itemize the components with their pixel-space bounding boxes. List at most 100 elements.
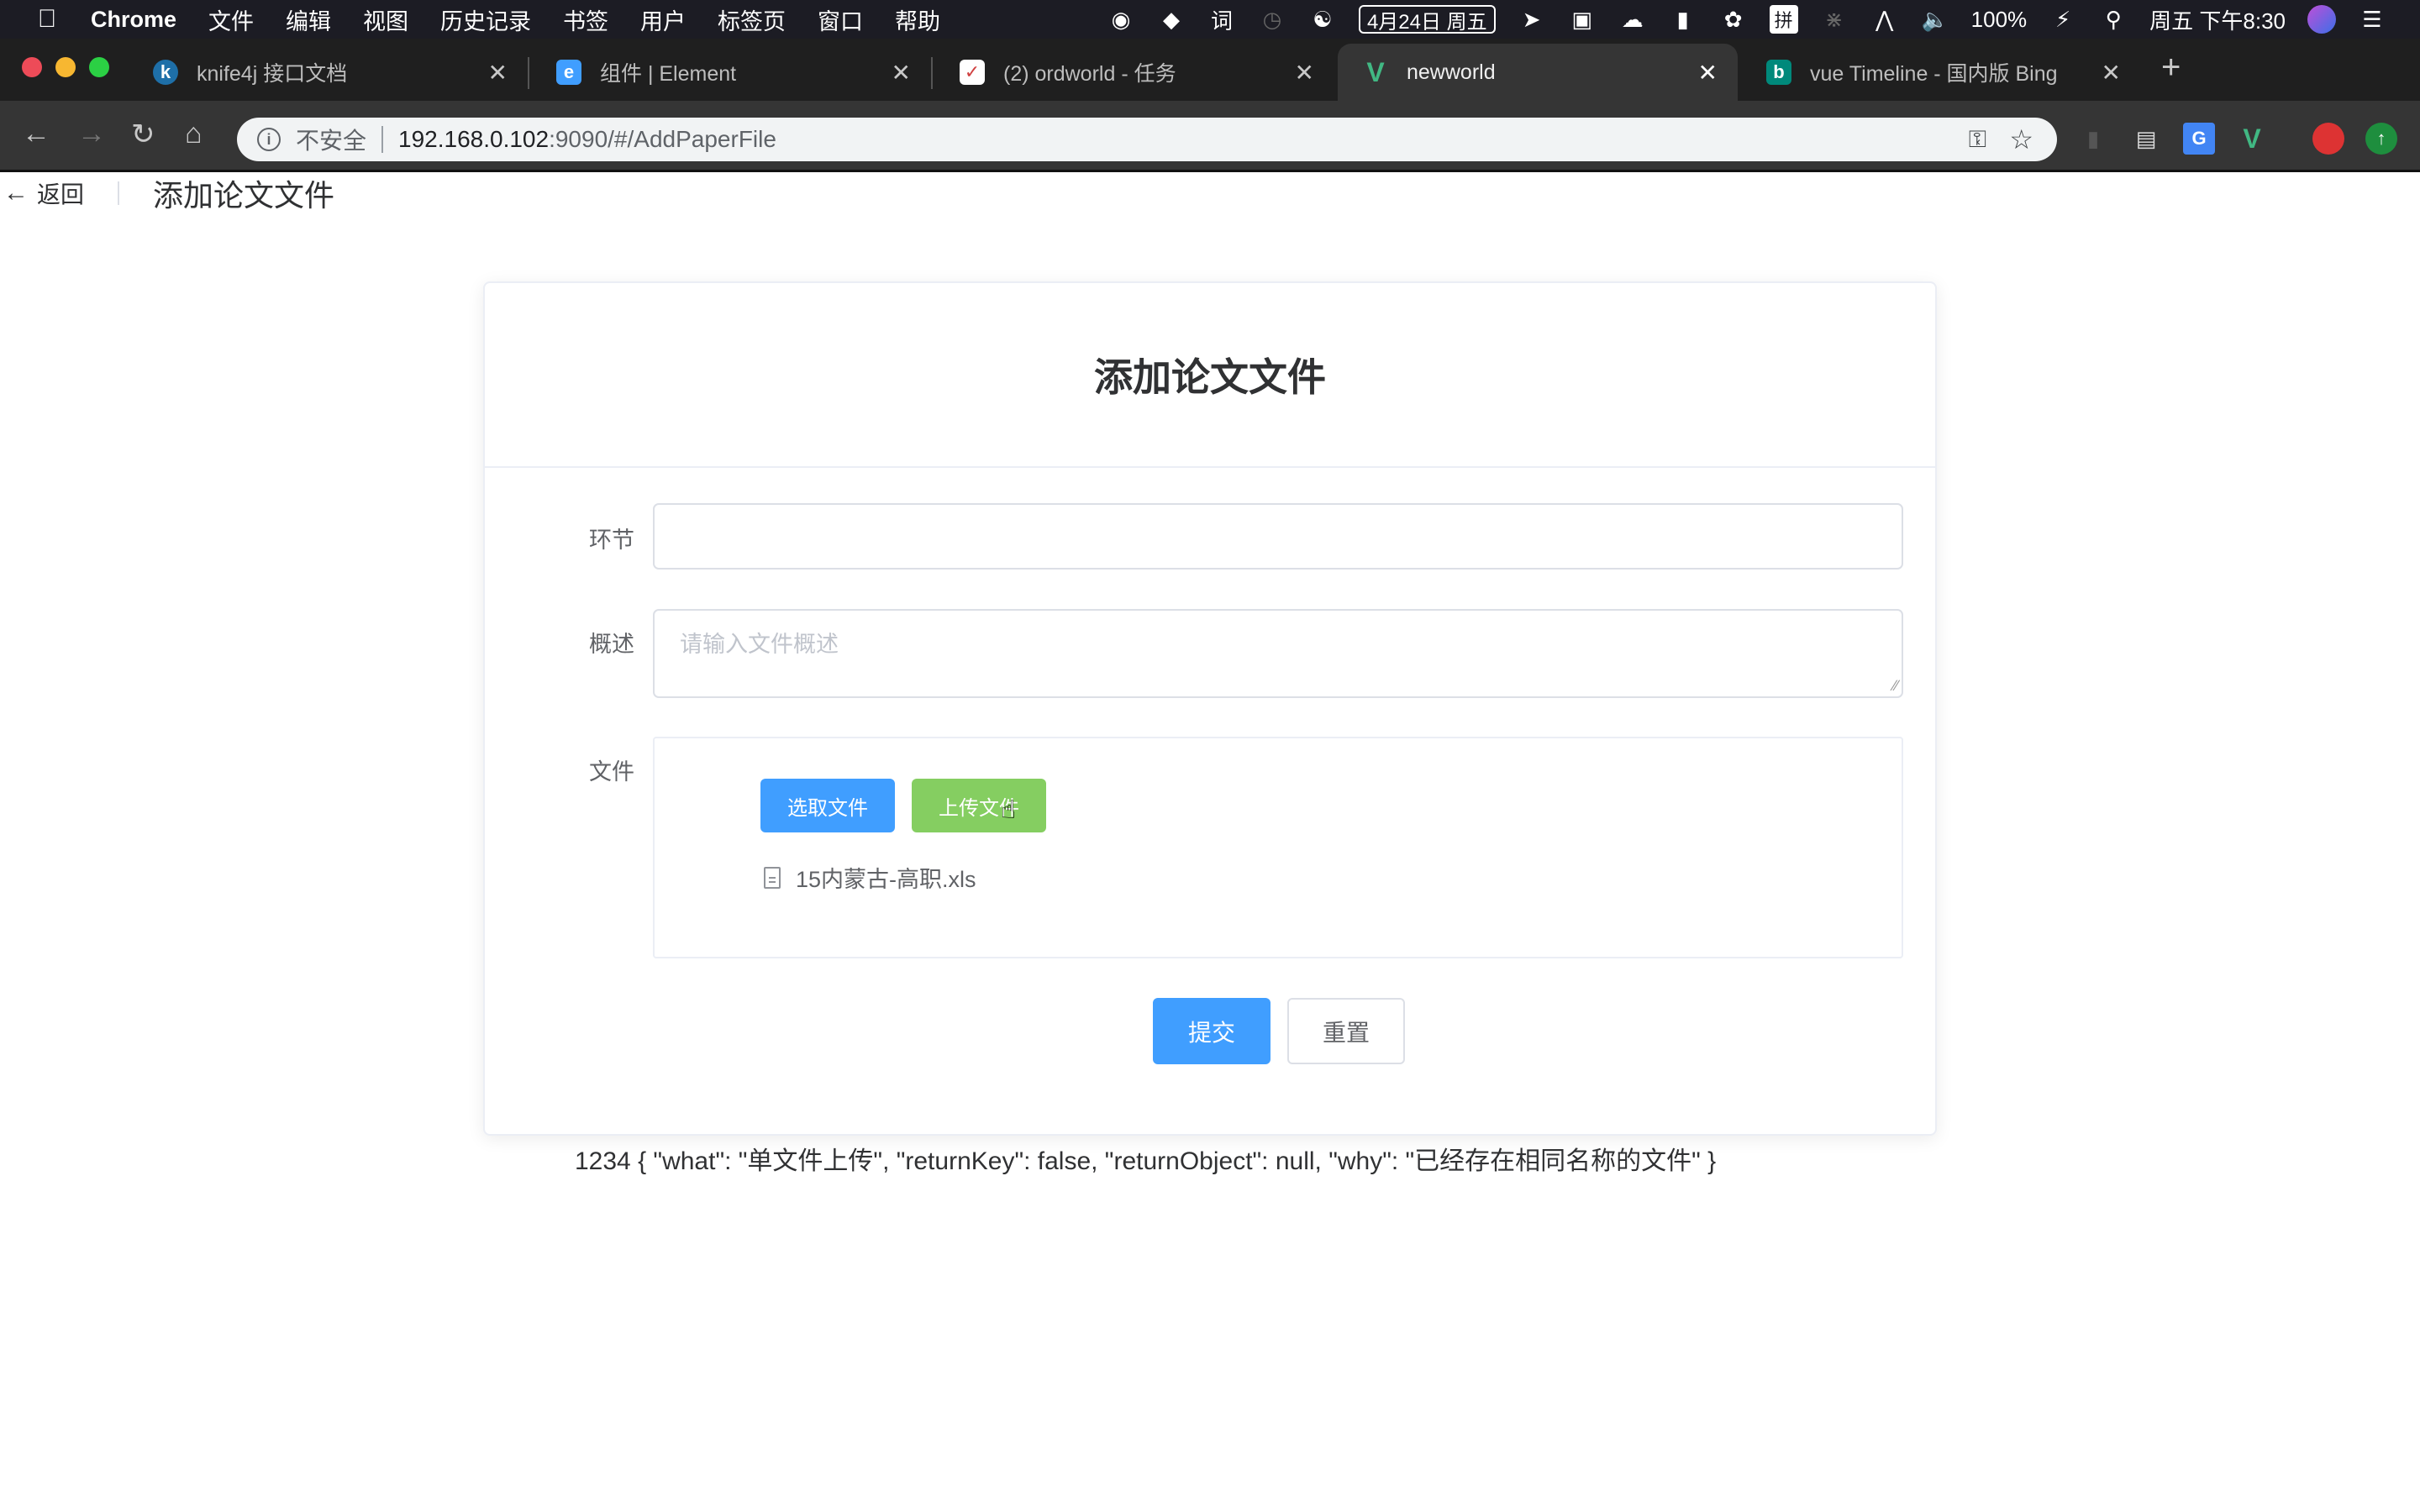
stage-input[interactable]: [653, 503, 1903, 570]
feather-app-icon[interactable]: ◆: [1157, 5, 1186, 34]
address-divider: [381, 126, 384, 153]
menu-bookmarks[interactable]: 书签: [563, 3, 608, 36]
card-header: 添加论文文件: [485, 283, 1935, 468]
window-zoom-button[interactable]: [89, 57, 109, 77]
bluetooth-icon[interactable]: ⋇: [1820, 5, 1849, 34]
page-content: ← 返回 添加论文文件 添加论文文件 环节 概述 请输入文件概述 ∕∕ 文件 选…: [0, 172, 2420, 1512]
menu-help[interactable]: 帮助: [895, 3, 940, 36]
key-icon[interactable]: ⚿: [1969, 126, 1986, 154]
bookmark-extension-icon[interactable]: ▮: [2077, 123, 2109, 155]
update-icon[interactable]: ↑: [2365, 123, 2397, 155]
menu-view[interactable]: 视图: [363, 3, 408, 36]
date-display[interactable]: 4月24日 周五: [1358, 5, 1496, 34]
document-icon: [764, 866, 781, 889]
select-file-button[interactable]: 选取文件: [760, 779, 895, 832]
url-path: :9090/#/AddPaperFile: [549, 126, 776, 152]
profile-avatar[interactable]: [2312, 123, 2344, 155]
clock-icon[interactable]: ◷: [1258, 5, 1286, 34]
menu-window[interactable]: 窗口: [818, 3, 863, 36]
send-icon[interactable]: ➤: [1518, 5, 1546, 34]
home-icon[interactable]: ⌂: [185, 118, 203, 150]
battery-icon[interactable]: ⚡: [2049, 5, 2077, 34]
tab-title: 组件 | Element: [600, 62, 737, 86]
tab-newworld[interactable]: V newworld ✕: [1338, 44, 1738, 101]
reload-icon[interactable]: ↻: [131, 118, 155, 151]
tab-strip: k knife4j 接口文档 ✕ e 组件 | Element ✕ ✓ (2) …: [0, 39, 2420, 101]
tab-title: knife4j 接口文档: [197, 62, 348, 86]
menu-app-name[interactable]: Chrome: [91, 7, 176, 33]
bing-icon: b: [1766, 60, 1791, 85]
record-icon[interactable]: ◉: [1107, 5, 1135, 34]
response-output: 1234 { "what": "单文件上传", "returnKey": fal…: [575, 1147, 1717, 1175]
url-host: 192.168.0.102: [398, 126, 550, 152]
accessibility-icon[interactable]: ☯: [1308, 5, 1337, 34]
clock-text[interactable]: 周五 下午8:30: [2149, 4, 2286, 35]
macos-menu-bar:  Chrome 文件 编辑 视图 历史记录 书签 用户 标签页 窗口 帮助 ◉…: [0, 0, 2420, 39]
apple-icon[interactable]: : [34, 5, 60, 34]
address-bar[interactable]: i 不安全 192.168.0.102 :9090/#/AddPaperFile…: [237, 118, 2057, 161]
menu-tab[interactable]: 标签页: [718, 3, 786, 36]
info-icon[interactable]: i: [257, 128, 281, 151]
uploaded-file-item[interactable]: 15内蒙古-高职.xls: [764, 861, 976, 894]
forward-arrow-icon[interactable]: →: [77, 118, 106, 150]
notification-center-icon[interactable]: ☰: [2358, 5, 2386, 34]
select-file-label: 选取文件: [787, 796, 868, 820]
tab-ordworld[interactable]: ✓ (2) ordworld - 任务 ✕: [934, 44, 1334, 101]
screenshot-icon[interactable]: ▣: [1568, 5, 1597, 34]
battery-percent: 100%: [1970, 6, 2028, 32]
close-icon[interactable]: ✕: [2102, 59, 2121, 87]
bookmark-star-icon[interactable]: ☆: [2009, 123, 2033, 155]
google-translate-icon[interactable]: G: [2183, 123, 2215, 155]
card-title: 添加论文文件: [1094, 355, 1326, 399]
close-icon[interactable]: ✕: [488, 59, 508, 87]
submit-button[interactable]: 提交: [1153, 998, 1270, 1064]
spotlight-icon[interactable]: ⚲: [2099, 5, 2128, 34]
upload-file-button[interactable]: 上传文件: [912, 779, 1046, 832]
todo-icon: ✓: [960, 60, 985, 85]
tab-bing[interactable]: b vue Timeline - 国内版 Bing ✕: [1741, 44, 2141, 101]
ime-icon[interactable]: 拼: [1769, 5, 1798, 34]
page-header: ← 返回 添加论文文件: [0, 172, 334, 214]
close-icon[interactable]: ✕: [1698, 59, 1718, 87]
description-textarea[interactable]: 请输入文件概述 ∕∕: [653, 609, 1903, 698]
tab-title: (2) ordworld - 任务: [1003, 62, 1176, 86]
tab-knife4j[interactable]: k knife4j 接口文档 ✕: [128, 44, 529, 101]
page-title: 添加论文文件: [153, 178, 335, 213]
back-arrow-icon: ←: [3, 179, 29, 207]
reset-button[interactable]: 重置: [1287, 998, 1405, 1064]
vue-devtools-icon[interactable]: V: [2236, 123, 2268, 155]
close-icon[interactable]: ✕: [892, 59, 911, 87]
description-label: 概述: [589, 632, 634, 657]
file-label: 文件: [589, 759, 634, 785]
tab-element[interactable]: e 组件 | Element ✕: [531, 44, 933, 101]
resize-handle-icon[interactable]: ∕∕: [1893, 677, 1898, 695]
reset-label: 重置: [1322, 1019, 1370, 1046]
volume-icon[interactable]: 🔈: [1921, 5, 1949, 34]
window-minimize-button[interactable]: [55, 57, 76, 77]
menu-edit[interactable]: 编辑: [286, 3, 331, 36]
back-link[interactable]: ← 返回: [3, 176, 84, 210]
back-arrow-icon[interactable]: ←: [22, 118, 50, 150]
tab-title: newworld: [1407, 60, 1496, 84]
close-icon[interactable]: ✕: [1295, 59, 1314, 87]
wifi-icon[interactable]: ⋀: [1870, 5, 1899, 34]
knife4j-icon: k: [153, 60, 178, 85]
menu-people[interactable]: 用户: [640, 3, 686, 36]
window-close-button[interactable]: [22, 57, 42, 77]
security-label[interactable]: 不安全: [296, 123, 366, 156]
header-divider: [118, 181, 120, 205]
siri-icon[interactable]: [2307, 5, 2336, 34]
menu-file[interactable]: 文件: [208, 3, 254, 36]
new-tab-button[interactable]: +: [2161, 49, 2181, 87]
document-extension-icon[interactable]: ▤: [2130, 123, 2162, 155]
menu-history[interactable]: 历史记录: [440, 3, 531, 36]
leaf-icon[interactable]: ✿: [1719, 5, 1748, 34]
back-label: 返回: [37, 181, 85, 207]
description-placeholder: 请输入文件概述: [680, 632, 839, 657]
layout-icon[interactable]: ▮: [1669, 5, 1697, 34]
browser-toolbar: ← → ↻ ⌂ i 不安全 192.168.0.102 :9090/#/AddP…: [0, 101, 2420, 172]
cloud-icon[interactable]: ☁: [1618, 5, 1647, 34]
vue-icon: V: [1366, 56, 1385, 87]
dictionary-icon[interactable]: 词: [1207, 5, 1236, 34]
status-area: ◉ ◆ 词 ◷ ☯ 4月24日 周五 ➤ ▣ ☁ ▮ ✿ 拼 ⋇ ⋀ 🔈 100…: [1107, 0, 2420, 39]
